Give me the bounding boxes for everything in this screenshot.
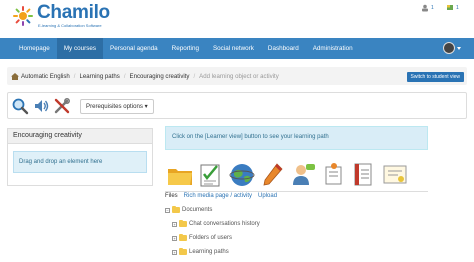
chamilo-logo-icon <box>13 6 33 26</box>
tree-item[interactable]: + Chat conversations history <box>172 219 260 227</box>
inbox-button[interactable]: 1 <box>421 4 434 12</box>
survey-icon[interactable] <box>320 161 348 189</box>
switch-to-student-view-button[interactable]: Switch to student view <box>406 72 464 82</box>
assignment-pen-icon[interactable] <box>259 161 287 189</box>
nav-personal-agenda[interactable]: Personal agenda <box>103 38 165 59</box>
quiz-icon[interactable] <box>197 161 225 189</box>
breadcrumb-course[interactable]: Automatic English <box>21 73 70 80</box>
learning-path-panel: Encouraging creativity Drag and drop an … <box>7 128 153 186</box>
tree-item-label: Learning paths <box>189 249 229 255</box>
folder-icon <box>172 205 180 213</box>
breadcrumb-separator: / <box>193 72 196 80</box>
tree-root-label: Documents <box>182 207 213 213</box>
audio-icon[interactable] <box>32 97 50 115</box>
prerequisites-options-dropdown[interactable]: Prerequisites options ▾ <box>80 99 154 114</box>
breadcrumb-learning-paths[interactable]: Learning paths <box>79 73 119 80</box>
nav-reporting[interactable]: Reporting <box>165 38 206 59</box>
nav-administration[interactable]: Administration <box>306 38 360 59</box>
folder-icon <box>179 233 187 241</box>
nav-my-courses[interactable]: My courses <box>56 38 104 59</box>
brand-name: Chamilo <box>37 2 110 23</box>
chamilo-logo[interactable]: Chamilo E-learning & Collaboration Softw… <box>12 2 112 33</box>
learning-path-toolbar: Prerequisites options ▾ <box>7 92 467 119</box>
breadcrumb-separator: / <box>73 72 76 80</box>
breadcrumb: Automatic English / Learning paths / Enc… <box>7 67 467 85</box>
resource-type-icons <box>165 160 428 192</box>
settings-tools-icon[interactable] <box>53 97 71 115</box>
main-navbar: Homepage My courses Personal agenda Repo… <box>0 38 474 59</box>
user-avatar[interactable] <box>443 42 455 54</box>
inbox-icon <box>422 4 428 12</box>
breadcrumb-learning-path[interactable]: Encouraging creativity <box>130 73 190 80</box>
tree-item[interactable]: + Learning paths <box>172 247 229 255</box>
notifications-count: 1 <box>456 5 459 11</box>
inbox-count: 1 <box>431 5 434 11</box>
expand-icon[interactable]: + <box>172 249 177 255</box>
nav-dashboard[interactable]: Dashboard <box>261 38 306 59</box>
links-globe-icon[interactable] <box>228 161 256 189</box>
tab-files[interactable]: Files <box>165 193 178 203</box>
brand-tagline: E-learning & Collaboration Software <box>38 23 102 28</box>
exam-icon[interactable] <box>350 161 378 189</box>
expand-icon[interactable]: + <box>172 235 177 241</box>
collapse-icon[interactable]: − <box>165 207 170 213</box>
breadcrumb-current: Add learning object or activity <box>199 72 279 80</box>
forum-users-icon[interactable] <box>289 161 317 189</box>
folder-icon <box>179 247 187 255</box>
tree-item-label: Chat conversations history <box>189 221 260 227</box>
home-icon[interactable] <box>11 72 19 80</box>
header: Chamilo E-learning & Collaboration Softw… <box>0 0 474 38</box>
tab-rich-media-page[interactable]: Rich media page / activity <box>184 193 252 203</box>
search-icon[interactable] <box>11 97 29 115</box>
tree-root[interactable]: − Documents <box>165 205 213 213</box>
tab-upload[interactable]: Upload <box>258 193 277 203</box>
tree-item[interactable]: + Folders of users <box>172 233 233 241</box>
info-message: Click on the [Learner view] button to se… <box>165 126 428 150</box>
tree-item-label: Folders of users <box>189 235 233 241</box>
flag-icon <box>447 5 453 10</box>
notifications-button[interactable]: 1 <box>446 4 459 12</box>
expand-icon[interactable]: + <box>172 221 177 227</box>
nav-social-network[interactable]: Social network <box>206 38 261 59</box>
chevron-down-icon[interactable] <box>457 47 461 50</box>
certificate-icon[interactable] <box>381 161 409 189</box>
resource-tabs: Files Rich media page / activity Upload <box>165 193 277 203</box>
nav-homepage[interactable]: Homepage <box>12 38 57 59</box>
drop-zone[interactable]: Drag and drop an element here <box>13 151 147 173</box>
learning-path-title: Encouraging creativity <box>8 129 152 144</box>
folder-icon <box>179 219 187 227</box>
breadcrumb-separator: / <box>123 72 126 80</box>
documents-folder-icon[interactable] <box>166 161 194 189</box>
